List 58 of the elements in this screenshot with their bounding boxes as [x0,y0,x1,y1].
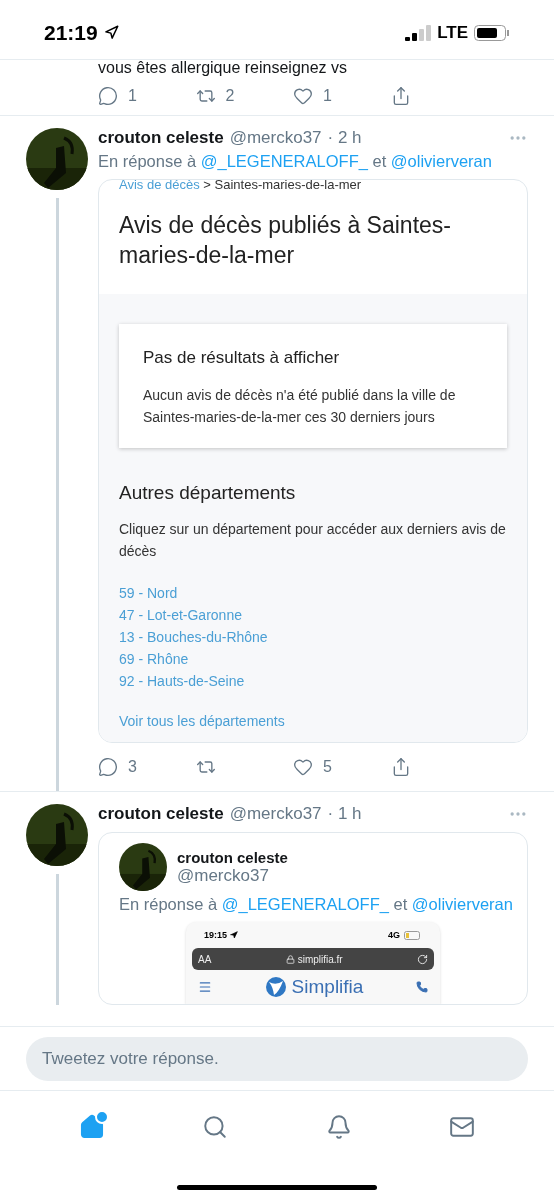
mention-link[interactable]: @olivierveran [390,152,492,170]
text-size-label: AA [198,953,212,965]
department-link[interactable]: 13 - Bouches-du-Rhône [119,626,268,648]
heart-icon [293,757,313,777]
reply-field[interactable]: Tweetez votre réponse. [26,1037,528,1081]
department-link[interactable]: 69 - Rhône [119,648,189,670]
tweet-time: · 1 h [327,804,362,824]
logo-icon [264,976,287,998]
quoted-tweet-card[interactable]: crouton celeste @mercko37 En réponse à @_LEGENERALOFF_ et @olivierveran 19:15 4G AA simplifia.fr Simplifia [98,832,528,1005]
like-button[interactable]: 5 [293,757,332,777]
retweet-button[interactable]: 2 [195,85,235,106]
menu-icon [198,980,212,994]
clock-text: 19:15 [204,930,228,940]
brand-name: Simplifia [291,976,364,998]
all-departments-link[interactable]: Voir tous les départements [119,710,285,732]
lock-icon [285,954,295,964]
reload-icon [417,953,428,965]
speech-bubble-icon [98,757,118,777]
author-handle: @mercko37 [229,804,322,824]
messages-icon [449,1114,476,1140]
location-arrow-icon [103,25,119,40]
author-name[interactable]: crouton celeste [98,128,224,148]
search-icon [202,1114,229,1140]
network-label: 4G [388,930,400,940]
notice-title: Pas de résultats à afficher [143,348,341,368]
like-button[interactable]: 1 [293,85,332,106]
notifications-icon [325,1114,352,1140]
link-preview-card[interactable] [98,179,528,743]
department-link[interactable]: 92 - Hauts-de-Seine [119,670,245,692]
speech-bubble-icon [98,85,118,106]
reply-button[interactable]: 1 [98,85,137,106]
mention-link[interactable]: @_LEGENERALOFF_ [221,895,389,913]
mention-link[interactable]: @olivierveran [411,895,513,913]
battery-icon [404,930,422,940]
battery-icon [474,24,510,41]
section-title: Autres départements [119,482,297,504]
breadcrumb: Avis de décès > Saintes-maries-de-la-mer [118,180,363,192]
section-text: Cliquez sur un département pour accéder aux derniers avis de décès [119,520,507,561]
network-label: LTE [437,22,468,43]
mention-link[interactable]: @_LEGENERALOFF_ [200,152,368,170]
reply-button[interactable]: 3 [98,757,137,777]
author-name[interactable]: crouton celeste [98,804,224,824]
clock: 21:19 [44,20,98,45]
avatar[interactable] [119,843,167,891]
author-name: crouton celeste [177,848,288,866]
signal-icon [405,24,432,41]
tweet-text: vous êtes allergique reinseignez vs [98,60,349,76]
department-link[interactable]: 59 - Nord [119,582,178,604]
department-link[interactable]: 47 - Lot-et-Garonne [119,604,242,626]
reply-context: En réponse à @_LEGENERALOFF_ et @olivierveran [98,152,493,171]
notice-text: Aucun avis de décès n'a été publié dans la ville de Saintes-maries-de-la-mer ces 30 derniers jours [143,386,457,427]
url-text: simplifia.fr [297,953,343,965]
location-arrow-icon [230,931,239,939]
tweet-time: · 2 h [327,128,362,148]
phone-icon [416,981,428,993]
page-title: Avis de décès publiés à Saintes-maries-de-la-mer [118,211,452,270]
author-handle: @mercko37 [229,128,322,148]
author-handle: @mercko37 [177,865,269,885]
